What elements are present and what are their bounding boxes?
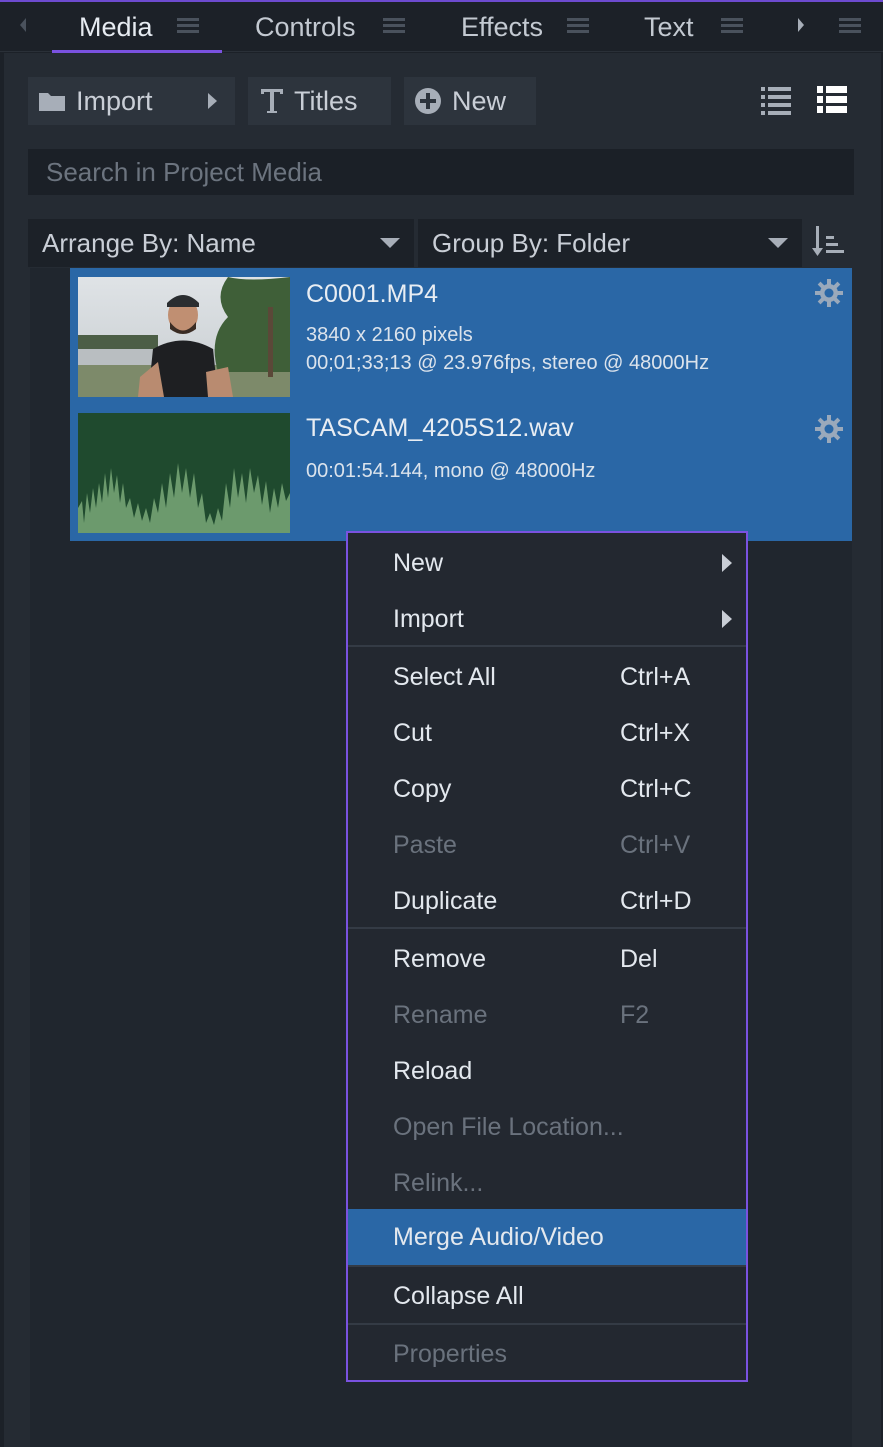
submenu-arrow-icon (722, 610, 732, 628)
search-input-box[interactable] (28, 149, 854, 195)
group-by-label: Group By: Folder (432, 227, 630, 258)
video-thumbnail (78, 277, 290, 397)
media-title: C0001.MP4 (306, 280, 439, 308)
submenu-arrow-icon (722, 554, 732, 572)
menu-separator (348, 927, 746, 929)
menu-item-label: Reload (393, 1056, 473, 1085)
menu-item-reload[interactable]: Reload (348, 1043, 746, 1099)
media-duration-info: 00;01;33;13 @ 23.976fps, stereo @ 48000H… (306, 352, 710, 374)
media-item-video[interactable]: C0001.MP4 3840 x 2160 pixels 00;01;33;13… (70, 268, 852, 397)
chevron-right-icon (206, 92, 218, 115)
menu-item-label: Cut (393, 718, 432, 747)
gear-icon[interactable] (814, 414, 844, 449)
menu-item-label: Rename (393, 1000, 488, 1029)
sort-icon[interactable] (812, 224, 848, 265)
menu-item-new[interactable]: New (348, 535, 746, 591)
menu-item-merge-audio-video[interactable]: Merge Audio/Video (348, 1209, 746, 1265)
titles-button[interactable]: Titles (248, 77, 391, 125)
menu-item-label: New (393, 548, 444, 577)
menu-item-import[interactable]: Import (348, 591, 746, 647)
import-label: Import (76, 85, 153, 116)
menu-item-label: Properties (393, 1339, 507, 1368)
tab-controls[interactable]: Controls (255, 2, 356, 52)
hamburger-icon[interactable] (177, 15, 199, 37)
new-button[interactable]: New (404, 77, 536, 125)
tab-label: Effects (461, 11, 544, 42)
menu-item-collapse-all[interactable]: Collapse All (348, 1268, 746, 1324)
menu-item-label: Remove (393, 944, 487, 973)
tab-label: Media (79, 11, 153, 42)
text-t-icon (260, 88, 284, 114)
gear-icon[interactable] (814, 278, 844, 313)
menu-item-shortcut: Ctrl+C (620, 774, 692, 803)
import-button[interactable]: Import (28, 77, 235, 125)
menu-item-label: Copy (393, 774, 452, 803)
menu-item-rename: Rename F2 (348, 987, 746, 1043)
hamburger-icon[interactable] (383, 15, 405, 37)
context-menu: New Import Select All Ctrl+A Cut Ctrl+X … (346, 531, 748, 1382)
hamburger-icon[interactable] (567, 15, 589, 37)
chevron-down-icon (380, 238, 400, 248)
folder-icon (38, 90, 66, 112)
group-by-dropdown[interactable]: Group By: Folder (418, 219, 802, 267)
menu-item-label: Collapse All (393, 1281, 524, 1310)
audio-waveform-thumbnail (78, 413, 290, 533)
selected-media-group: C0001.MP4 3840 x 2160 pixels 00;01;33;13… (70, 268, 852, 541)
menu-item-label: Duplicate (393, 886, 498, 915)
chevron-down-icon (768, 238, 788, 248)
menu-item-shortcut: Ctrl+A (620, 662, 691, 691)
media-title: TASCAM_4205S12.wav (306, 414, 574, 442)
menu-item-copy[interactable]: Copy Ctrl+C (348, 761, 746, 817)
hamburger-icon[interactable] (839, 15, 861, 37)
chevron-left-icon[interactable] (18, 16, 28, 39)
titles-label: Titles (294, 85, 358, 116)
menu-item-label: Select All (393, 662, 496, 691)
menu-item-shortcut: Ctrl+D (620, 886, 692, 915)
menu-separator (348, 1265, 746, 1267)
menu-item-label: Import (393, 604, 464, 633)
menu-item-label: Open File Location... (393, 1112, 624, 1141)
tab-effects[interactable]: Effects (461, 2, 543, 52)
tab-label: Controls (255, 11, 356, 42)
menu-item-select-all[interactable]: Select All Ctrl+A (348, 649, 746, 705)
media-item-audio[interactable]: TASCAM_4205S12.wav 00:01:54.144, mono @ … (70, 404, 852, 533)
menu-item-label: Paste (393, 830, 457, 859)
detail-view-icon[interactable] (816, 84, 848, 121)
menu-item-label: Merge Audio/Video (393, 1222, 604, 1251)
tab-text[interactable]: Text (644, 2, 694, 52)
menu-item-shortcut: Del (620, 944, 658, 973)
media-duration-info: 00:01:54.144, mono @ 48000Hz (306, 460, 596, 482)
menu-item-open-file-location: Open File Location... (348, 1099, 746, 1155)
menu-item-shortcut: Ctrl+X (620, 718, 691, 747)
menu-item-properties: Properties (348, 1326, 746, 1382)
tab-label: Text (644, 11, 694, 42)
menu-item-remove[interactable]: Remove Del (348, 931, 746, 987)
menu-item-label: Relink... (393, 1168, 484, 1197)
menu-item-cut[interactable]: Cut Ctrl+X (348, 705, 746, 761)
menu-item-relink: Relink... (348, 1155, 746, 1211)
menu-item-shortcut: F2 (620, 1000, 650, 1029)
hamburger-icon[interactable] (721, 15, 743, 37)
plus-circle-icon (414, 87, 442, 115)
search-input[interactable] (28, 149, 854, 195)
new-label: New (452, 85, 507, 116)
arrange-by-label: Arrange By: Name (42, 227, 256, 258)
menu-item-duplicate[interactable]: Duplicate Ctrl+D (348, 873, 746, 929)
menu-separator (348, 645, 746, 647)
media-resolution: 3840 x 2160 pixels (306, 324, 473, 346)
menu-item-paste: Paste Ctrl+V (348, 817, 746, 873)
menu-separator (348, 1323, 746, 1325)
tab-media[interactable]: Media (79, 2, 153, 52)
chevron-right-icon[interactable] (796, 16, 806, 39)
menu-item-shortcut: Ctrl+V (620, 830, 691, 859)
arrange-by-dropdown[interactable]: Arrange By: Name (28, 219, 414, 267)
panel-tab-bar: Media Controls Effects Text (0, 2, 883, 53)
list-view-icon[interactable] (760, 84, 792, 121)
